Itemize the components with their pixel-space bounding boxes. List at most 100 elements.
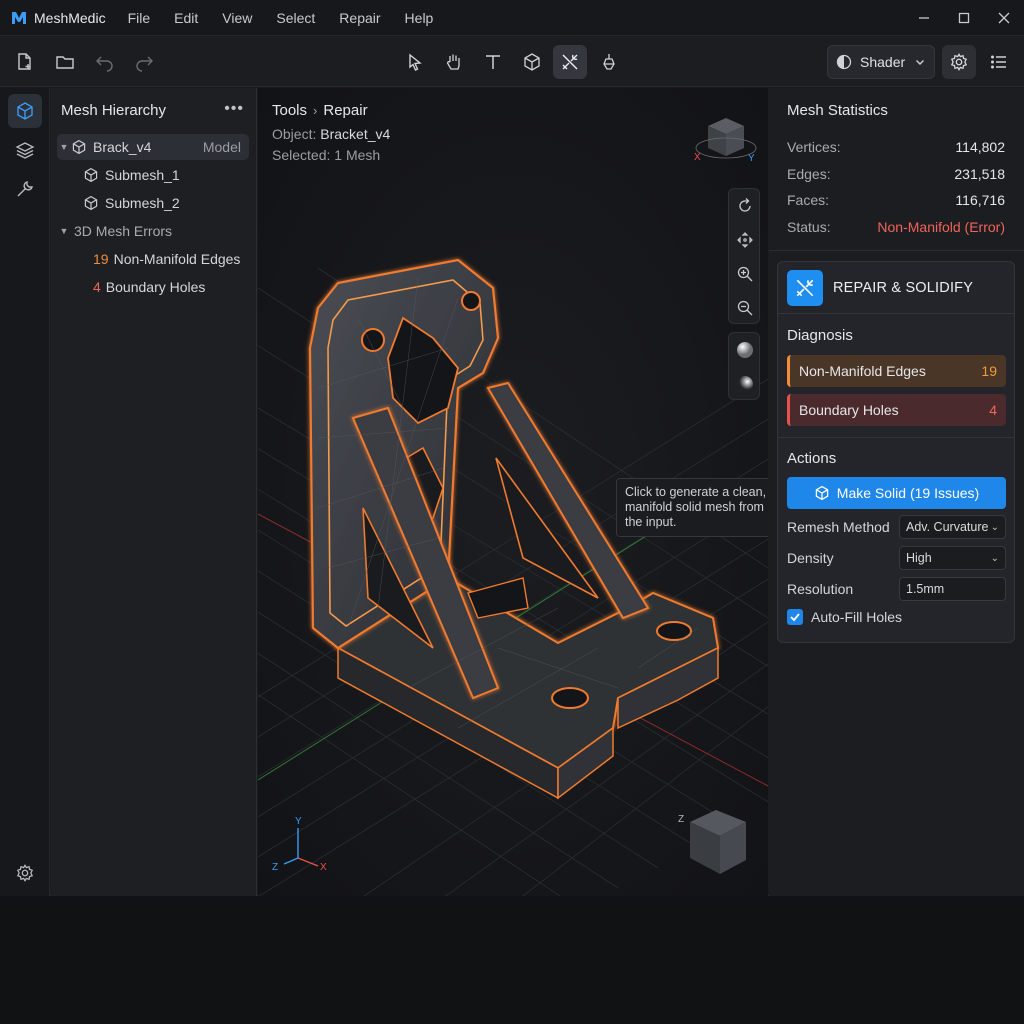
cube-icon (84, 195, 98, 211)
remesh-method-label: Remesh Method (787, 519, 890, 535)
close-button[interactable] (984, 0, 1024, 36)
auto-fill-holes-row[interactable]: Auto-Fill Holes (787, 609, 902, 625)
stat-label: Vertices: (787, 139, 841, 155)
more-options-icon[interactable]: ••• (224, 100, 244, 118)
text-icon (486, 55, 500, 69)
sphere-matcap-icon (737, 376, 753, 392)
errors-group-label: 3D Mesh Errors (74, 223, 173, 239)
submesh-label: Submesh_2 (105, 195, 180, 211)
orientation-z-label: Z (678, 814, 684, 825)
solid-shading-button[interactable] (729, 333, 761, 367)
shader-dropdown[interactable]: Shader (827, 45, 935, 79)
auto-fill-checkbox[interactable] (787, 609, 803, 625)
undo-button[interactable] (88, 45, 122, 79)
make-solid-tooltip: Click to generate a clean, manifold soli… (616, 478, 768, 537)
rotate-view-button[interactable] (729, 189, 761, 223)
tree-item-error-holes[interactable]: 4 Boundary Holes (57, 274, 249, 300)
main-toolbar: Shader (0, 37, 1024, 87)
density-select[interactable]: High ⌄ (899, 546, 1006, 570)
sculpt-tool-button[interactable] (592, 45, 626, 79)
select-tool-button[interactable] (398, 45, 432, 79)
shader-label: Shader (860, 54, 906, 70)
divider (769, 250, 1024, 251)
tree-item-error-edges[interactable]: 19 Non-Manifold Edges (57, 246, 249, 272)
wrench-icon (17, 181, 33, 197)
rail-settings-button[interactable] (8, 856, 42, 890)
menu-help[interactable]: Help (405, 10, 434, 26)
tree-item-submesh-2[interactable]: Submesh_2 (57, 190, 249, 216)
diagnosis-non-manifold[interactable]: Non-Manifold Edges 19 (787, 355, 1006, 387)
matcap-shading-button[interactable] (729, 367, 761, 401)
left-rail (0, 88, 50, 896)
repair-solidify-card: REPAIR & SOLIDIFY Diagnosis Non-Manifold… (777, 261, 1015, 643)
rail-models-button[interactable] (8, 94, 42, 128)
menu-repair[interactable]: Repair (339, 10, 380, 26)
selected-value: 1 Mesh (334, 147, 381, 163)
stat-vertices: Vertices: 114,802 (787, 139, 1005, 155)
diagnosis-item-count: 4 (989, 402, 997, 418)
zoom-in-button[interactable] (729, 257, 761, 291)
zoom-out-button[interactable] (729, 291, 761, 325)
text-tool-button[interactable] (476, 45, 510, 79)
tree-item-root[interactable]: ▼ Brack_v4 Model (57, 134, 249, 160)
caret-down-icon[interactable]: ▼ (57, 142, 71, 152)
open-folder-button[interactable] (48, 45, 82, 79)
minimize-icon (919, 17, 929, 19)
3d-viewport[interactable]: X Y Z Y X Z Tools › Repair Object: Brack… (258, 88, 768, 896)
gizmo-z-label: Z (272, 862, 278, 873)
diagnosis-item-label: Boundary Holes (799, 402, 899, 418)
resolution-input[interactable]: 1.5mm (899, 577, 1006, 601)
navigation-group (728, 188, 760, 324)
breadcrumb: Tools › Repair (272, 102, 368, 119)
remesh-method-select[interactable]: Adv. Curvature ⌄ (899, 515, 1006, 539)
menu-file[interactable]: File (128, 10, 151, 26)
settings-button[interactable] (942, 45, 976, 79)
selection-info: Selected: 1 Mesh (272, 147, 380, 163)
pan-view-button[interactable] (729, 223, 761, 257)
breadcrumb-repair[interactable]: Repair (323, 102, 367, 119)
app-name: MeshMedic (34, 9, 106, 26)
app-window: MeshMedic File Edit View Select Repair H… (0, 0, 1024, 896)
card-title: REPAIR & SOLIDIFY (833, 279, 974, 296)
remesh-method-value: Adv. Curvature (906, 520, 989, 534)
breadcrumb-tools[interactable]: Tools (272, 102, 307, 119)
menu-edit[interactable]: Edit (174, 10, 198, 26)
layers-icon (15, 142, 35, 159)
error-label: Non-Manifold Edges (113, 251, 241, 267)
redo-button[interactable] (127, 45, 161, 79)
make-solid-button[interactable]: Make Solid (19 Issues) (787, 477, 1006, 509)
folder-icon (56, 56, 74, 69)
new-file-icon (18, 53, 31, 70)
repair-badge (787, 269, 823, 306)
cube-icon (84, 167, 98, 183)
menu-select[interactable]: Select (276, 10, 315, 26)
sphere-solid-icon (737, 342, 753, 358)
rail-tools-button[interactable] (8, 172, 42, 206)
diagnosis-boundary-holes[interactable]: Boundary Holes 4 (787, 394, 1006, 426)
cube-icon (72, 139, 86, 155)
selected-label: Selected: (272, 147, 331, 163)
make-solid-label: Make Solid (19 Issues) (836, 485, 980, 501)
object-tool-button[interactable] (515, 45, 549, 79)
caret-down-icon[interactable]: ▼ (57, 226, 71, 236)
tree-item-errors-group[interactable]: ▼ 3D Mesh Errors (57, 218, 249, 244)
diagnosis-item-label: Non-Manifold Edges (799, 363, 926, 379)
pan-tool-button[interactable] (437, 45, 471, 79)
window-controls (904, 0, 1024, 36)
object-value: Bracket_v4 (320, 126, 391, 142)
submesh-label: Submesh_1 (105, 167, 180, 183)
stat-label: Status: (787, 219, 831, 235)
maximize-button[interactable] (944, 0, 984, 36)
tree-root-label: Brack_v4 (93, 139, 152, 155)
cursor-icon (409, 53, 422, 71)
tree-item-submesh-1[interactable]: Submesh_1 (57, 162, 249, 188)
desktop-background (0, 897, 1024, 1024)
minimize-button[interactable] (904, 0, 944, 36)
rail-layers-button[interactable] (8, 133, 42, 167)
diagnosis-item-count: 19 (981, 363, 997, 379)
repair-tool-button[interactable] (553, 45, 587, 79)
panel-list-button[interactable] (982, 45, 1016, 79)
new-file-button[interactable] (8, 45, 42, 79)
menu-view[interactable]: View (222, 10, 252, 26)
list-icon (991, 55, 1006, 69)
